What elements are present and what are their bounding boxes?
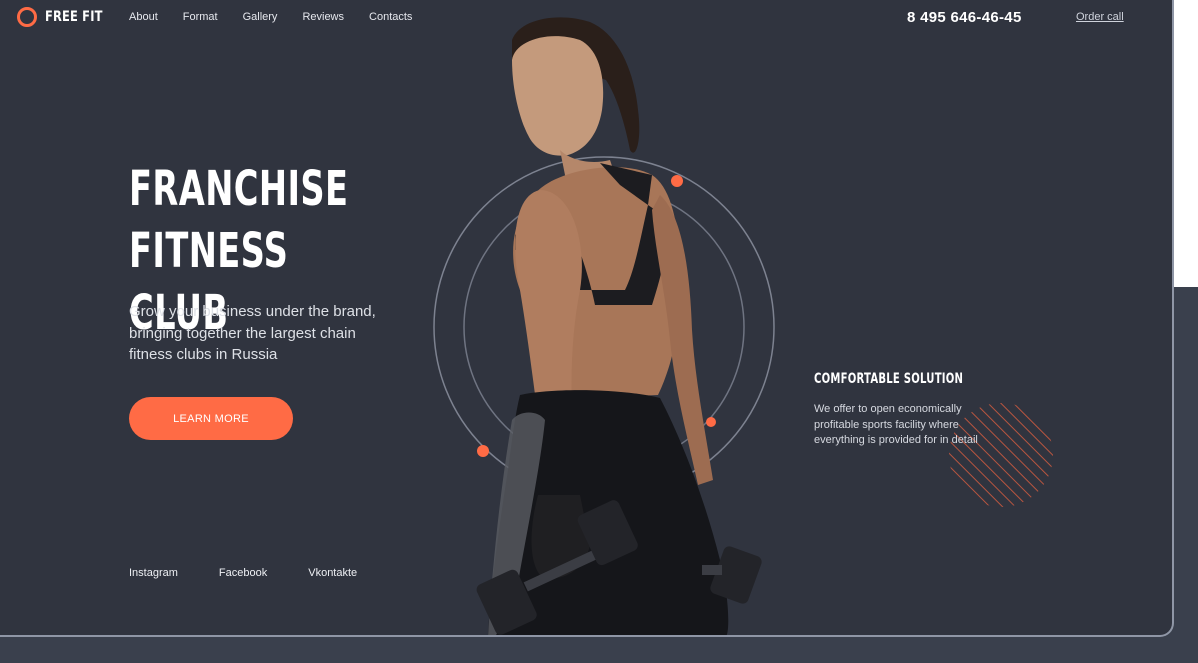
- social-facebook[interactable]: Facebook: [219, 567, 267, 579]
- hero-subtitle: Grow your business under the brand, brin…: [129, 303, 376, 363]
- accent-dot-left: [477, 445, 489, 457]
- nav-format[interactable]: Format: [183, 11, 218, 23]
- nav-gallery[interactable]: Gallery: [243, 11, 278, 23]
- order-call-link[interactable]: Order call: [1076, 11, 1124, 23]
- social-vkontakte[interactable]: Vkontakte: [308, 567, 357, 579]
- main-nav: About Format Gallery Reviews Contacts: [129, 11, 437, 23]
- logo[interactable]: FREE FIT: [17, 7, 115, 27]
- logo-ring-icon: [17, 7, 37, 27]
- hero-title-line1: FRANCHISE: [129, 161, 349, 217]
- social-links: Instagram Facebook Vkontakte: [129, 567, 398, 579]
- logo-text: FREE FIT: [45, 9, 103, 25]
- nav-reviews[interactable]: Reviews: [302, 11, 344, 23]
- side-title: COMFORTABLE SOLUTION: [814, 371, 964, 387]
- phone-number[interactable]: 8 495 646-46-45: [907, 9, 1022, 26]
- hero-card: FREE FIT About Format Gallery Reviews Co…: [0, 0, 1174, 637]
- side-text: We offer to open economically profitable…: [814, 403, 978, 446]
- nav-about[interactable]: About: [129, 11, 158, 23]
- accent-dot-top: [671, 175, 683, 187]
- social-instagram[interactable]: Instagram: [129, 567, 178, 579]
- athlete-photo: [476, 17, 762, 635]
- learn-more-button[interactable]: LEARN MORE: [129, 397, 293, 440]
- hero-figure: [433, 17, 775, 635]
- nav-contacts[interactable]: Contacts: [369, 11, 412, 23]
- athlete-face: [512, 36, 604, 156]
- page-edge-strip: [1172, 0, 1198, 287]
- accent-dot-right: [706, 417, 716, 427]
